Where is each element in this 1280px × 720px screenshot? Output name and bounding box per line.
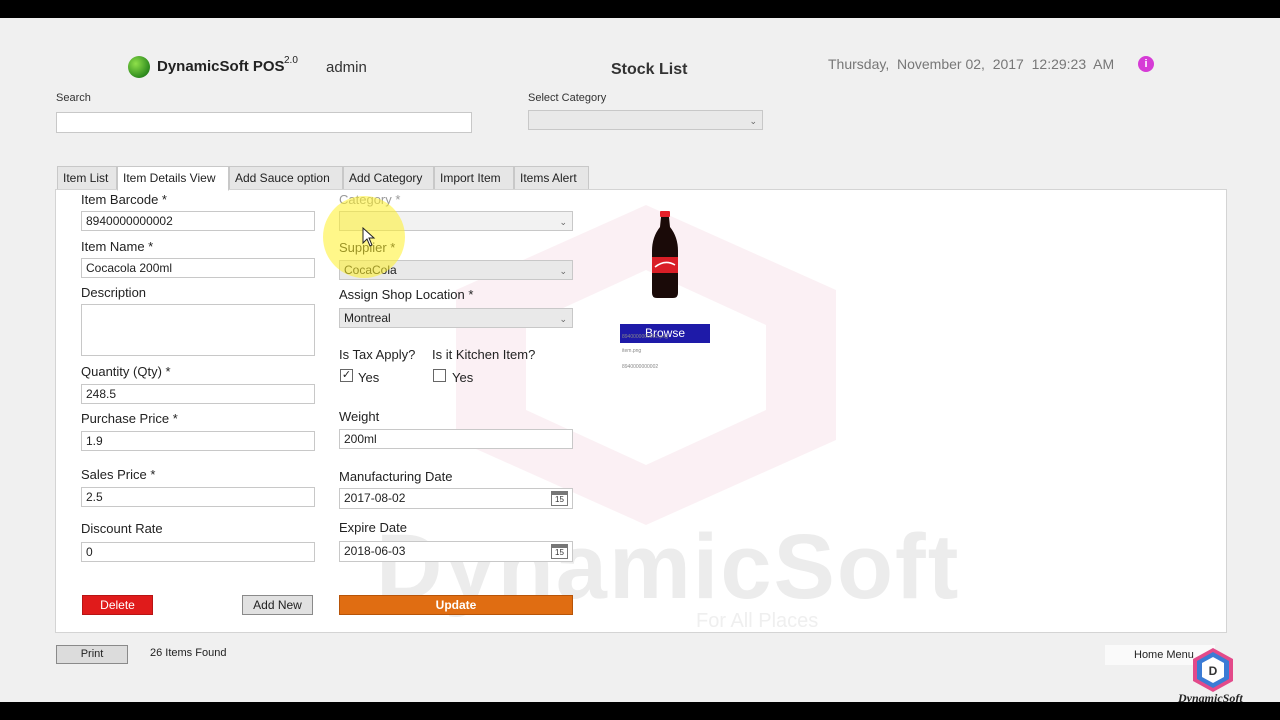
items-found-count: 26 Items Found [150,647,227,659]
discount-rate-input[interactable]: 0 [81,542,315,562]
item-name-input[interactable]: Cocacola 200ml [81,258,315,278]
sales-price-label: Sales Price * [81,467,156,482]
update-button[interactable]: Update [339,595,573,615]
select-category-dropdown[interactable]: ⌄ [528,110,763,130]
dropdown-arrow-icon: ⌄ [559,266,567,276]
image-code: 8940000000002 [622,364,659,370]
product-image [652,211,678,298]
calendar-icon[interactable]: 15 [551,491,568,506]
tab-import-item[interactable]: Import Item [434,166,514,190]
corner-logo-text: DynamicSoft [1178,691,1243,702]
tab-items-alert[interactable]: Items Alert [514,166,589,190]
dropdown-arrow-icon: ⌄ [749,116,757,126]
manufacturing-date-picker[interactable]: 2017-08-02 15 [339,488,573,509]
quantity-input[interactable]: 248.5 [81,384,315,404]
dynamicsoft-corner-logo-icon: D [1193,648,1233,692]
manufacturing-date-value: 2017-08-02 [344,491,406,505]
discount-rate-label: Discount Rate [81,521,163,536]
corner-logo-letter: D [1209,664,1218,678]
info-icon[interactable]: i [1138,56,1154,72]
watermark-subtitle: For All Places [696,610,819,632]
datetime-display: Thursday, November 02, 2017 12:29:23 AM [828,56,1115,72]
calendar-icon[interactable]: 15 [551,544,568,559]
quantity-label: Quantity (Qty) * [81,364,171,379]
image-filename: 8940000000002.png [622,334,668,340]
search-input[interactable] [56,112,472,133]
manufacturing-date-label: Manufacturing Date [339,469,453,484]
shop-location-value: Montreal [344,311,391,325]
weight-label: Weight [339,409,380,424]
barcode-input[interactable]: 8940000000002 [81,211,315,231]
supplier-value: CocaCola [344,263,397,277]
cursor-icon [362,227,376,247]
shop-location-label: Assign Shop Location * [339,287,474,302]
tab-item-list[interactable]: Item List [57,166,117,190]
current-user: admin [326,59,367,76]
item-details-panel: DynamicSoft For All Places [55,189,1227,633]
kitchen-item-checkbox[interactable] [433,369,446,382]
app-version: 2.0 [284,55,298,66]
tab-add-sauce-option[interactable]: Add Sauce option [229,166,343,190]
sales-price-input[interactable]: 2.5 [81,487,315,507]
add-new-button[interactable]: Add New [242,595,313,615]
dropdown-arrow-icon: ⌄ [559,217,567,227]
kitchen-item-label: Is it Kitchen Item? [432,347,536,362]
tax-apply-label: Is Tax Apply? [339,347,416,362]
print-button[interactable]: Print [56,645,128,664]
page-title: Stock List [611,61,688,78]
purchase-price-input[interactable]: 1.9 [81,431,315,451]
logo-icon [128,56,150,78]
purchase-price-label: Purchase Price * [81,411,178,426]
expire-date-label: Expire Date [339,520,407,535]
weight-input[interactable]: 200ml [339,429,573,449]
delete-button[interactable]: Delete [82,595,153,615]
barcode-label: Item Barcode * [81,192,167,207]
select-category-label: Select Category [528,92,607,104]
item-name-label: Item Name * [81,239,154,254]
app-window: DynamicSoft POS 2.0 admin Stock List Thu… [0,18,1280,702]
supplier-dropdown[interactable]: CocaCola ⌄ [339,260,573,280]
tax-apply-option: Yes [358,370,380,385]
search-label: Search [56,92,91,104]
dropdown-arrow-icon: ⌄ [559,314,567,324]
tab-item-details-view[interactable]: Item Details View [117,166,229,191]
tax-apply-checkbox[interactable]: ✓ [340,369,353,382]
kitchen-item-option: Yes [452,370,474,385]
expire-date-value: 2018-06-03 [344,544,406,558]
expire-date-picker[interactable]: 2018-06-03 15 [339,541,573,562]
image-meta: item.png [622,348,642,354]
app-name: DynamicSoft POS [157,58,285,75]
shop-location-dropdown[interactable]: Montreal ⌄ [339,308,573,328]
description-label: Description [81,285,147,300]
tab-add-category[interactable]: Add Category [343,166,434,190]
category-label: Category * [339,192,401,207]
description-textarea[interactable] [81,304,315,356]
